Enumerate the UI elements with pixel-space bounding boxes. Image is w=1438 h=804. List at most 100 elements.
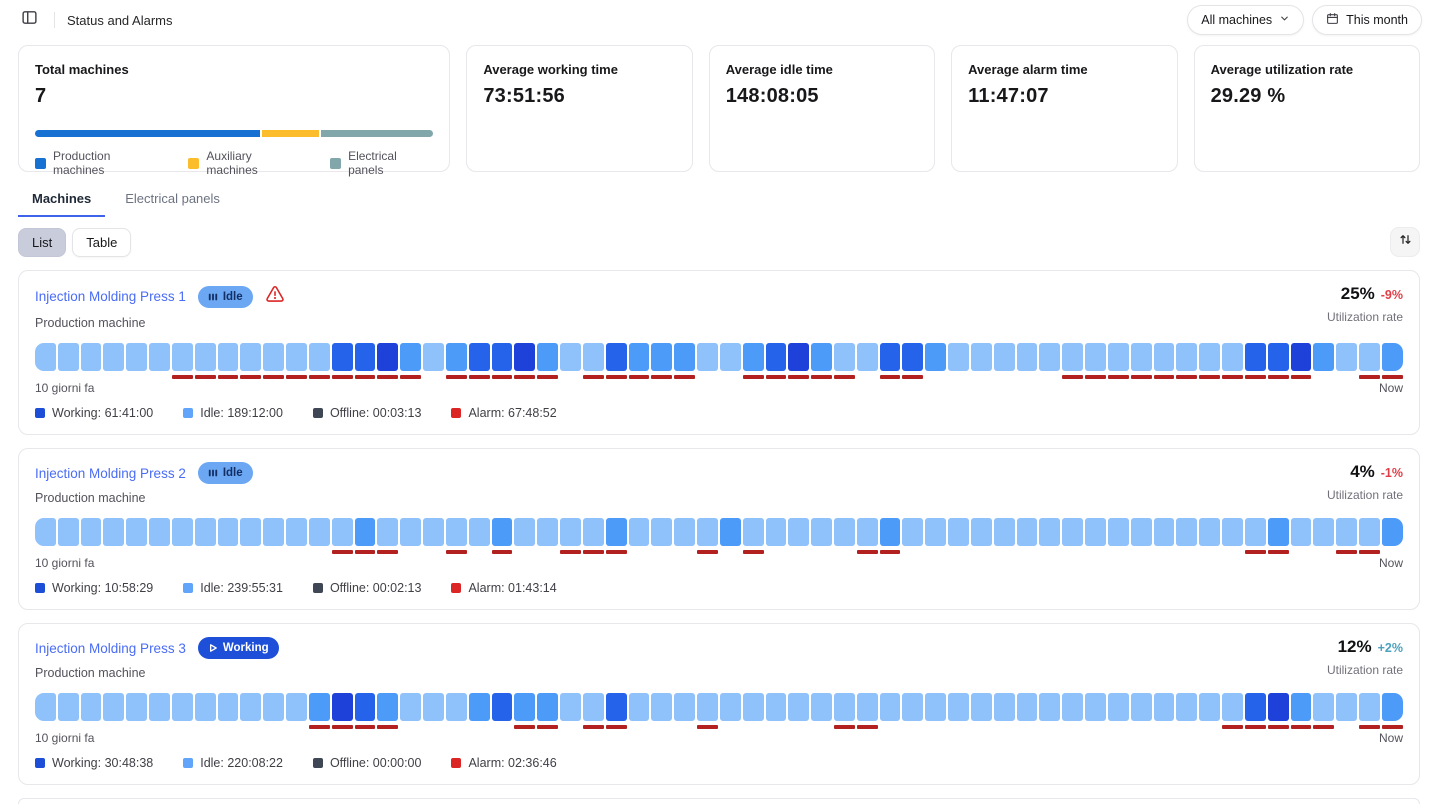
timeline-segment[interactable] — [788, 693, 809, 729]
timeline-segment[interactable] — [58, 693, 79, 729]
timeline-segment[interactable] — [103, 693, 124, 729]
timeline-segment[interactable] — [492, 518, 513, 554]
timeline-segment[interactable] — [994, 343, 1015, 379]
timeline-segment[interactable] — [514, 693, 535, 729]
timeline-segment[interactable] — [902, 518, 923, 554]
timeline-segment[interactable] — [697, 693, 718, 729]
timeline-segment[interactable] — [1062, 343, 1083, 379]
timeline-segment[interactable] — [1131, 518, 1152, 554]
timeline-segment[interactable] — [240, 693, 261, 729]
timeline-segment[interactable] — [560, 693, 581, 729]
timeline-segment[interactable] — [629, 343, 650, 379]
alarm-warning-icon[interactable] — [265, 284, 285, 309]
timeline-segment[interactable] — [834, 518, 855, 554]
timeline-segment[interactable] — [1268, 343, 1289, 379]
timeline-segment[interactable] — [1336, 693, 1357, 729]
timeline-segment[interactable] — [514, 343, 535, 379]
timeline-segment[interactable] — [720, 518, 741, 554]
timeline-segment[interactable] — [743, 693, 764, 729]
timeline-segment[interactable] — [1222, 343, 1243, 379]
timeline-segment[interactable] — [469, 693, 490, 729]
timeline-segment[interactable] — [1291, 343, 1312, 379]
timeline-segment[interactable] — [537, 343, 558, 379]
timeline-segment[interactable] — [880, 693, 901, 729]
timeline-segment[interactable] — [1039, 518, 1060, 554]
machine-name-link[interactable]: Injection Molding Press 1 — [35, 289, 186, 304]
timeline-segment[interactable] — [766, 343, 787, 379]
timeline-segment[interactable] — [355, 343, 376, 379]
timeline-segment[interactable] — [857, 343, 878, 379]
timeline-segment[interactable] — [629, 693, 650, 729]
timeline-segment[interactable] — [902, 693, 923, 729]
timeline-segment[interactable] — [1062, 693, 1083, 729]
timeline-segment[interactable] — [811, 518, 832, 554]
timeline-segment[interactable] — [263, 343, 284, 379]
timeline-segment[interactable] — [1017, 518, 1038, 554]
timeline-segment[interactable] — [332, 693, 353, 729]
timeline-segment[interactable] — [400, 343, 421, 379]
timeline-segment[interactable] — [948, 693, 969, 729]
timeline-segment[interactable] — [788, 343, 809, 379]
timeline-segment[interactable] — [423, 518, 444, 554]
timeline-segment[interactable] — [195, 693, 216, 729]
timeline-segment[interactable] — [81, 343, 102, 379]
timeline-segment[interactable] — [811, 343, 832, 379]
sidebar-toggle-button[interactable] — [16, 7, 42, 33]
timeline-segment[interactable] — [81, 693, 102, 729]
timeline-segment[interactable] — [834, 343, 855, 379]
timeline-segment[interactable] — [1131, 343, 1152, 379]
timeline-segment[interactable] — [606, 693, 627, 729]
timeline-segment[interactable] — [263, 693, 284, 729]
timeline-segment[interactable] — [1108, 518, 1129, 554]
timeline-segment[interactable] — [811, 693, 832, 729]
timeline-segment[interactable] — [377, 343, 398, 379]
timeline-segment[interactable] — [651, 343, 672, 379]
timeline-segment[interactable] — [720, 693, 741, 729]
timeline-segment[interactable] — [971, 518, 992, 554]
timeline-segment[interactable] — [514, 518, 535, 554]
timeline-segment[interactable] — [126, 693, 147, 729]
timeline-segment[interactable] — [925, 693, 946, 729]
timeline-segment[interactable] — [423, 343, 444, 379]
timeline-segment[interactable] — [1154, 693, 1175, 729]
timeline-segment[interactable] — [1359, 343, 1380, 379]
timeline-segment[interactable] — [674, 693, 695, 729]
timeline-segment[interactable] — [172, 518, 193, 554]
timeline-segment[interactable] — [1382, 343, 1403, 379]
timeline-segment[interactable] — [720, 343, 741, 379]
timeline-segment[interactable] — [994, 693, 1015, 729]
timeline-segment[interactable] — [332, 343, 353, 379]
timeline-segment[interactable] — [583, 693, 604, 729]
view-table-button[interactable]: Table — [72, 228, 131, 257]
timeline-segment[interactable] — [1313, 693, 1334, 729]
timeline-segment[interactable] — [925, 343, 946, 379]
timeline-segment[interactable] — [766, 693, 787, 729]
timeline-segment[interactable] — [857, 518, 878, 554]
timeline-segment[interactable] — [583, 343, 604, 379]
timeline-segment[interactable] — [332, 518, 353, 554]
date-range-button[interactable]: This month — [1312, 5, 1422, 35]
sort-button[interactable] — [1390, 227, 1420, 257]
timeline-segment[interactable] — [35, 693, 56, 729]
timeline-segment[interactable] — [606, 518, 627, 554]
timeline-segment[interactable] — [766, 518, 787, 554]
machine-name-link[interactable]: Injection Molding Press 2 — [35, 466, 186, 481]
timeline-segment[interactable] — [1176, 518, 1197, 554]
timeline-segment[interactable] — [103, 343, 124, 379]
timeline-segment[interactable] — [1085, 693, 1106, 729]
timeline-segment[interactable] — [149, 518, 170, 554]
timeline-segment[interactable] — [971, 343, 992, 379]
timeline-segment[interactable] — [788, 518, 809, 554]
timeline-segment[interactable] — [492, 693, 513, 729]
tab-electrical-panels[interactable]: Electrical panels — [111, 187, 234, 217]
timeline-segment[interactable] — [126, 343, 147, 379]
timeline-segment[interactable] — [697, 343, 718, 379]
timeline-segment[interactable] — [172, 693, 193, 729]
timeline-segment[interactable] — [674, 518, 695, 554]
status-timeline[interactable] — [35, 518, 1403, 554]
timeline-segment[interactable] — [1199, 518, 1220, 554]
timeline-segment[interactable] — [560, 518, 581, 554]
timeline-segment[interactable] — [58, 518, 79, 554]
status-timeline[interactable] — [35, 693, 1403, 729]
timeline-segment[interactable] — [355, 518, 376, 554]
